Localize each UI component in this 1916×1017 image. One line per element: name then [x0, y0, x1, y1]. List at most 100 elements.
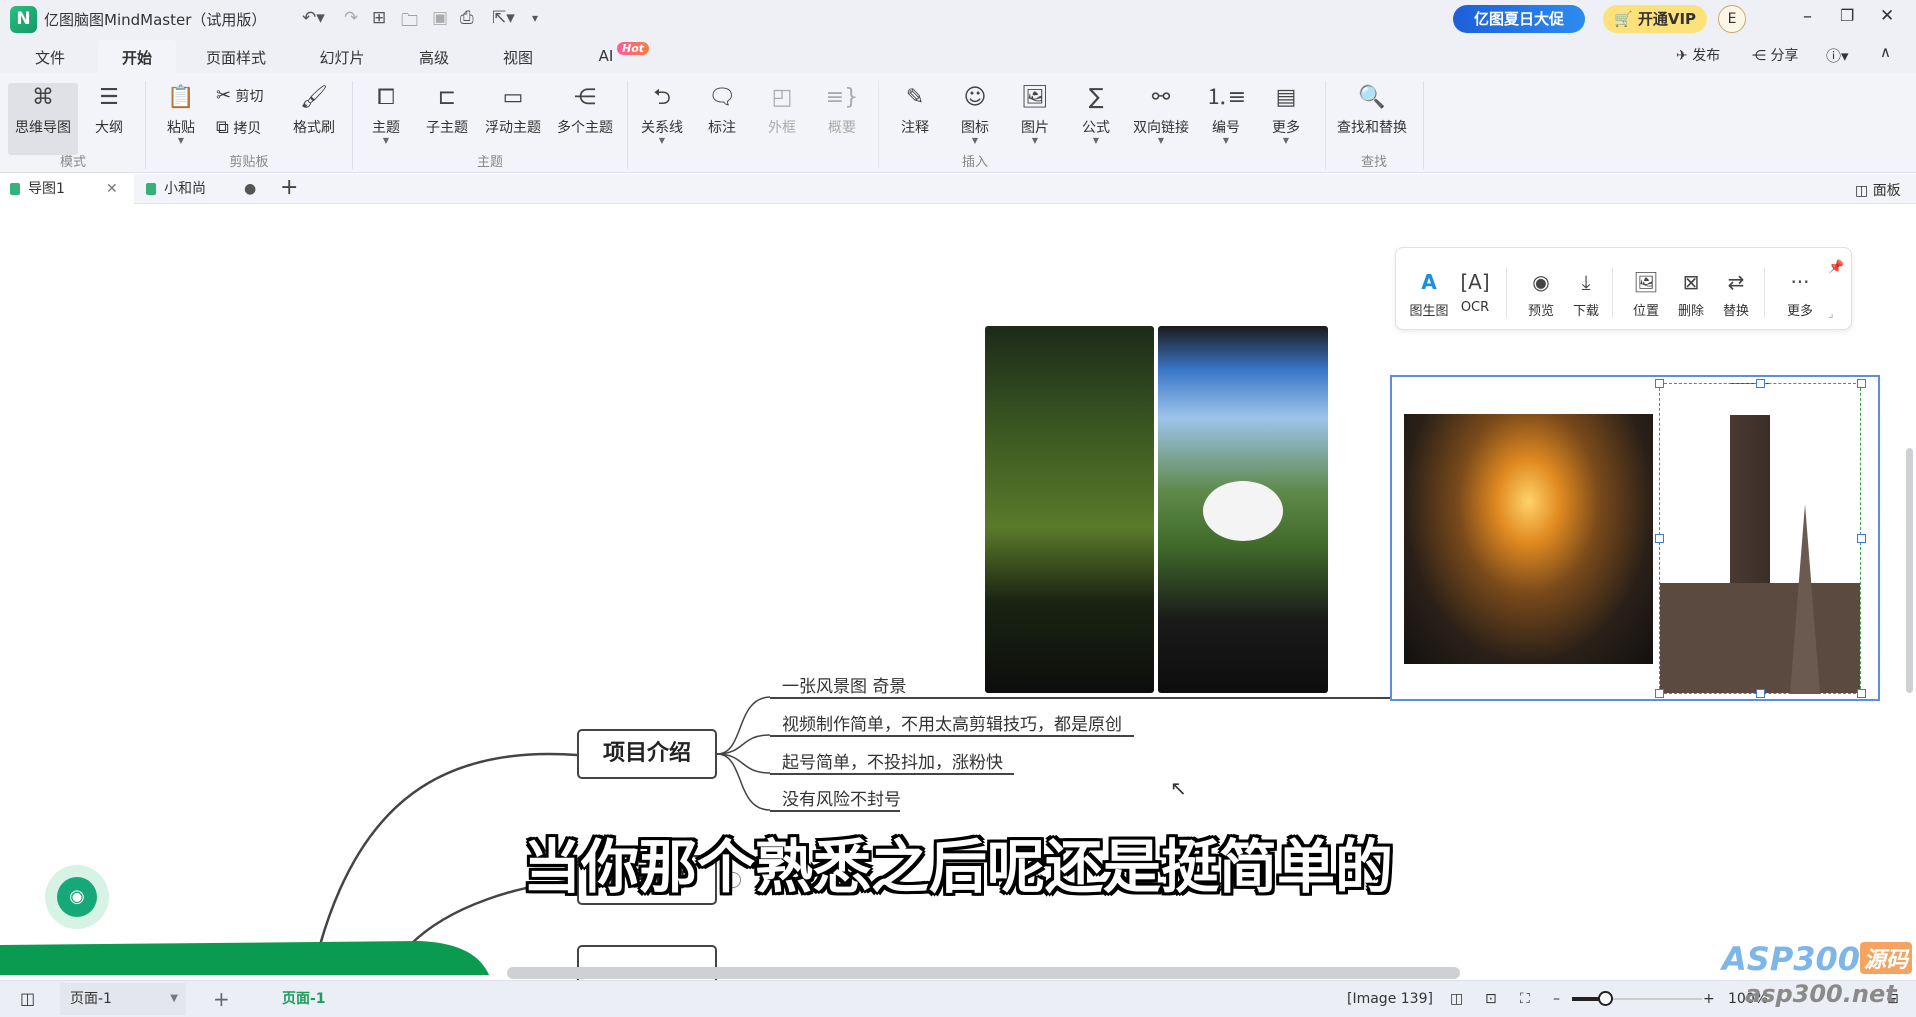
zoom-out-icon[interactable]: – — [1553, 981, 1560, 1017]
phone-screenshot-cloud[interactable] — [1158, 326, 1328, 693]
bilink-button[interactable]: ⚯ 双向链接 ▼ — [1126, 83, 1196, 145]
more-options-label: 更多 — [1786, 304, 1813, 319]
fit-page-icon[interactable]: ⊡ — [1485, 981, 1497, 1017]
fullscreen-icon[interactable]: ⛶ — [1520, 981, 1530, 1017]
doc-tab-2[interactable]: 小和尚 ● — [136, 174, 270, 204]
resize-handle[interactable] — [1756, 379, 1765, 388]
preview-button[interactable]: ◉ 预览 — [1516, 270, 1566, 319]
sunset-waterfall-image[interactable] — [1404, 414, 1653, 664]
close-tab-icon[interactable]: ✕ — [106, 174, 118, 204]
add-tab-icon[interactable]: + — [280, 175, 298, 200]
format-painter-button[interactable]: 🖌 格式刷 — [279, 83, 349, 137]
customize-icon[interactable]: ▾ — [532, 11, 538, 25]
export-icon[interactable]: ⇱▾ — [492, 8, 515, 28]
help-icon[interactable]: ⓘ▾ — [1826, 45, 1849, 66]
watermark-url: asp300.net — [1745, 980, 1897, 1008]
vertical-scrollbar[interactable] — [1906, 448, 1913, 693]
save-icon[interactable]: ▣ — [432, 8, 448, 28]
more-options-button[interactable]: ··· 更多 — [1775, 270, 1825, 319]
panel-label: 面板 — [1872, 183, 1901, 199]
resize-handle[interactable] — [1857, 689, 1866, 698]
book-view-icon[interactable]: ◫ — [1450, 981, 1463, 1017]
tab-file[interactable]: 文件 — [23, 45, 77, 70]
cut-button[interactable]: ✂ 剪切 — [216, 85, 264, 106]
skyline-image[interactable] — [1659, 383, 1861, 694]
resize-handle[interactable] — [1756, 689, 1765, 698]
open-folder-icon[interactable]: 🗀 — [401, 8, 418, 37]
download-button[interactable]: ⤓ 下载 — [1561, 270, 1611, 319]
resize-handle[interactable] — [1857, 534, 1866, 543]
resize-handle[interactable] — [1655, 379, 1664, 388]
horizontal-scrollbar[interactable] — [507, 967, 1460, 979]
chevron-down-icon: ▼ — [1282, 136, 1290, 145]
phone-screenshot-statue[interactable] — [985, 326, 1154, 693]
summary-button[interactable]: ≡} 概要 — [807, 83, 877, 137]
zoom-slider[interactable] — [1572, 991, 1702, 1006]
divider — [1612, 268, 1613, 318]
mindmap-mode-button[interactable]: ⌘ 思维导图 — [8, 83, 78, 155]
print-icon[interactable]: ⎙ — [460, 8, 474, 28]
avatar[interactable]: E — [1718, 5, 1746, 33]
vip-button[interactable]: 🛒 开通VIP — [1603, 5, 1707, 33]
branch-topic[interactable]: 起号简单，不投抖加，涨粉快 — [782, 748, 1003, 773]
download-label: 下载 — [1572, 304, 1599, 319]
more-insert-button[interactable]: ▤ 更多 ▼ — [1251, 83, 1321, 145]
image-button[interactable]: 🖼 图片 ▼ — [1000, 83, 1070, 145]
tab-view[interactable]: 视图 — [491, 45, 545, 70]
minimize-icon[interactable]: – — [1803, 6, 1812, 27]
collapse-icon[interactable]: ⌟ — [1828, 306, 1834, 320]
ocr-button[interactable]: [A] OCR — [1450, 270, 1500, 315]
tab-slides[interactable]: 幻灯片 — [307, 45, 376, 70]
doc-tab-1[interactable]: 导图1 ✕ — [0, 174, 134, 204]
formula-button[interactable]: ∑ 公式 ▼ — [1061, 83, 1131, 145]
tab-start[interactable]: 开始 — [97, 40, 177, 77]
topic-button[interactable]: ⧠ 主题 ▼ — [351, 83, 421, 145]
topic-label: 主题 — [372, 120, 400, 136]
green-branch — [0, 941, 489, 975]
branch-topic[interactable]: 没有风险不封号 — [782, 785, 901, 810]
mindmap-icon: ⌘ — [32, 85, 54, 110]
page-select[interactable]: 页面-1 ▼ — [60, 983, 186, 1015]
resize-handle[interactable] — [1655, 689, 1664, 698]
undo-icon[interactable]: ↶▾ — [302, 8, 325, 28]
close-window-icon[interactable]: ✕ — [1880, 6, 1894, 26]
paste-button[interactable]: 📋 粘贴 ▼ — [146, 83, 216, 145]
image-to-image-button[interactable]: A 图生图 — [1404, 270, 1454, 319]
branch-topic[interactable]: 视频制作简单，不用太高剪辑技巧，都是原创 — [782, 710, 1122, 735]
replace-image-button[interactable]: ⇄ 替换 — [1711, 270, 1761, 319]
floating-topic-button[interactable]: ▭ 浮动主题 — [478, 83, 548, 137]
tab-page-style[interactable]: 页面样式 — [194, 45, 278, 70]
branch-topic[interactable]: 一张风景图 奇景 — [782, 672, 906, 697]
delete-label: 删除 — [1677, 304, 1704, 319]
copy-icon: ⧉ — [216, 117, 229, 138]
restore-icon[interactable]: ❐ — [1840, 6, 1854, 25]
brush-icon: 🖌 — [300, 85, 328, 110]
tab-advanced[interactable]: 高级 — [407, 45, 461, 70]
page-panel-icon[interactable]: ◫ — [20, 981, 35, 1017]
sigma-icon: ∑ — [1088, 85, 1104, 110]
clipboard-icon: 📋 — [167, 85, 195, 110]
pin-icon[interactable]: 📌 — [1828, 260, 1844, 275]
collapse-ribbon-icon[interactable]: ∧ — [1880, 43, 1891, 61]
multiple-topics-button[interactable]: ⋲ 多个主题 — [550, 83, 620, 137]
image-replace-icon: ⇄ — [1727, 270, 1745, 294]
outline-mode-button[interactable]: ☰ 大纲 — [74, 83, 144, 137]
page-tab[interactable]: 页面-1 — [282, 981, 326, 1017]
new-icon[interactable]: ⊞ — [372, 8, 386, 28]
promo-button[interactable]: 亿图夏日大促 — [1453, 5, 1585, 33]
redo-icon[interactable]: ↷ — [344, 8, 358, 28]
resize-handle[interactable] — [1857, 379, 1866, 388]
publish-button[interactable]: ✈ 发布 — [1676, 45, 1720, 65]
zoom-in-icon[interactable]: + — [1703, 981, 1715, 1017]
position-button[interactable]: 🖼 位置 — [1621, 270, 1671, 319]
find-replace-button[interactable]: 🔍 查找和替换 — [1324, 83, 1420, 137]
subtopic-button[interactable]: ⊏ 子主题 — [412, 83, 482, 137]
share-button[interactable]: ⋲ 分享 — [1752, 45, 1798, 65]
resize-handle[interactable] — [1655, 534, 1664, 543]
copy-button[interactable]: ⧉ 拷贝 — [216, 117, 261, 138]
main-topic-node[interactable]: 项目介绍 — [577, 729, 717, 779]
panel-button[interactable]: ◫ 面板 — [1855, 180, 1901, 200]
add-page-icon[interactable]: + — [213, 981, 230, 1017]
delete-image-button[interactable]: ⊠ 删除 — [1666, 270, 1716, 319]
zoom-slider-handle[interactable] — [1598, 991, 1613, 1006]
